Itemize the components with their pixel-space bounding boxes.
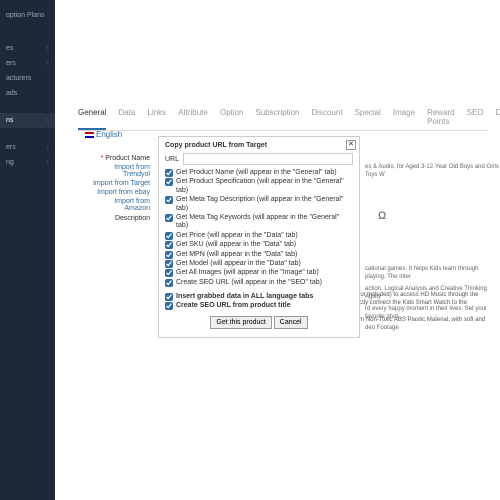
description-label: Description bbox=[90, 215, 150, 222]
background-product-text: es & Audio, for Aged 3-12-Year Old Boys … bbox=[365, 160, 500, 183]
option-checkbox[interactable] bbox=[165, 302, 173, 310]
url-label: URL bbox=[165, 156, 179, 163]
chevron-right-icon: › bbox=[47, 45, 49, 52]
chevron-right-icon: › bbox=[47, 60, 49, 67]
option-checkbox[interactable] bbox=[165, 293, 173, 301]
chevron-right-icon: › bbox=[47, 159, 49, 166]
sidebar-item[interactable]: ers› bbox=[0, 140, 55, 155]
import-target-link[interactable]: Import from Target bbox=[90, 180, 150, 187]
option-label: Create SEO URL from product title bbox=[176, 302, 291, 310]
tab-data[interactable]: Data bbox=[118, 108, 135, 126]
option-checkbox[interactable] bbox=[165, 178, 173, 186]
option-label: Get All Images (will appear in the "Imag… bbox=[176, 269, 319, 277]
omega-icon[interactable]: Ω bbox=[378, 210, 386, 222]
option-label: Get Meta Tag Keywords (will appear in th… bbox=[176, 214, 353, 231]
option-checkbox[interactable] bbox=[165, 241, 173, 249]
option-label: Get SKU (will appear in the "Data" tab) bbox=[176, 241, 296, 249]
sidebar-item[interactable]: es› bbox=[0, 41, 55, 56]
option-checkbox[interactable] bbox=[165, 260, 173, 268]
option-checkbox[interactable] bbox=[165, 279, 173, 287]
option-checkbox[interactable] bbox=[165, 269, 173, 277]
tab-design[interactable]: Design bbox=[496, 108, 500, 126]
sidebar-item-active[interactable]: ns› bbox=[0, 113, 55, 128]
import-modal: ✕ Copy product URL from Target URL Get P… bbox=[158, 136, 360, 338]
product-name-label: Product Name bbox=[105, 155, 150, 162]
sidebar-item[interactable]: option Plans bbox=[0, 8, 55, 23]
chevron-right-icon: › bbox=[47, 144, 49, 151]
tab-general[interactable]: General bbox=[78, 108, 106, 130]
flag-icon bbox=[85, 132, 94, 138]
tab-seo[interactable]: SEO bbox=[467, 108, 484, 126]
close-icon[interactable]: ✕ bbox=[346, 140, 356, 150]
sidebar-item[interactable] bbox=[0, 0, 55, 8]
tab-discount[interactable]: Discount bbox=[311, 108, 342, 126]
option-label: Create SEO URL (will appear in the "SEO"… bbox=[176, 279, 322, 287]
tab-reward[interactable]: Reward Points bbox=[427, 108, 455, 126]
cancel-button[interactable]: Cancel bbox=[274, 316, 308, 329]
sidebar-item[interactable]: ng› bbox=[0, 155, 55, 170]
tab-links[interactable]: Links bbox=[147, 108, 166, 126]
sidebar: option Plans es› ers› acturers ads ns› e… bbox=[0, 0, 55, 500]
import-amazon-link[interactable]: Import from Amazon bbox=[90, 198, 150, 212]
tab-special[interactable]: Special bbox=[355, 108, 381, 126]
tab-option[interactable]: Option bbox=[220, 108, 244, 126]
chevron-right-icon: › bbox=[47, 117, 49, 124]
sidebar-item[interactable]: ers› bbox=[0, 56, 55, 71]
modal-title: Copy product URL from Target bbox=[165, 142, 353, 149]
sidebar-item[interactable]: acturers bbox=[0, 71, 55, 86]
option-label: Get Product Specification (will appear i… bbox=[176, 178, 353, 195]
option-checkbox[interactable] bbox=[165, 232, 173, 240]
tab-bar: General Data Links Attribute Option Subs… bbox=[78, 108, 488, 131]
option-label: Get MPN (will appear in the "Data" tab) bbox=[176, 251, 297, 259]
tab-subscription[interactable]: Subscription bbox=[255, 108, 299, 126]
url-input[interactable] bbox=[183, 153, 353, 165]
option-checkbox[interactable] bbox=[165, 169, 173, 177]
option-label: Get Price (will appear in the "Data" tab… bbox=[176, 232, 298, 240]
import-ebay-link[interactable]: Import from ebay bbox=[90, 189, 150, 196]
option-checkbox[interactable] bbox=[165, 214, 173, 222]
form-labels: * Product Name Import from Trendyol Impo… bbox=[90, 155, 150, 214]
option-checkbox[interactable] bbox=[165, 251, 173, 259]
import-trendyol-link[interactable]: Import from Trendyol bbox=[90, 164, 150, 178]
option-label: Get Product Name (will appear in the "Ge… bbox=[176, 169, 337, 177]
option-label: Get Model (will appear in the "Data" tab… bbox=[176, 260, 301, 268]
sidebar-item[interactable]: ads bbox=[0, 86, 55, 101]
option-label: Insert grabbed data in ALL language tabs bbox=[176, 293, 313, 301]
language-tab[interactable]: English bbox=[85, 130, 122, 139]
option-checkbox[interactable] bbox=[165, 196, 173, 204]
option-label: Get Meta Tag Description (will appear in… bbox=[176, 196, 353, 213]
get-product-button[interactable]: Get this product bbox=[210, 316, 271, 329]
tab-attribute[interactable]: Attribute bbox=[178, 108, 208, 126]
tab-image[interactable]: Image bbox=[393, 108, 415, 126]
